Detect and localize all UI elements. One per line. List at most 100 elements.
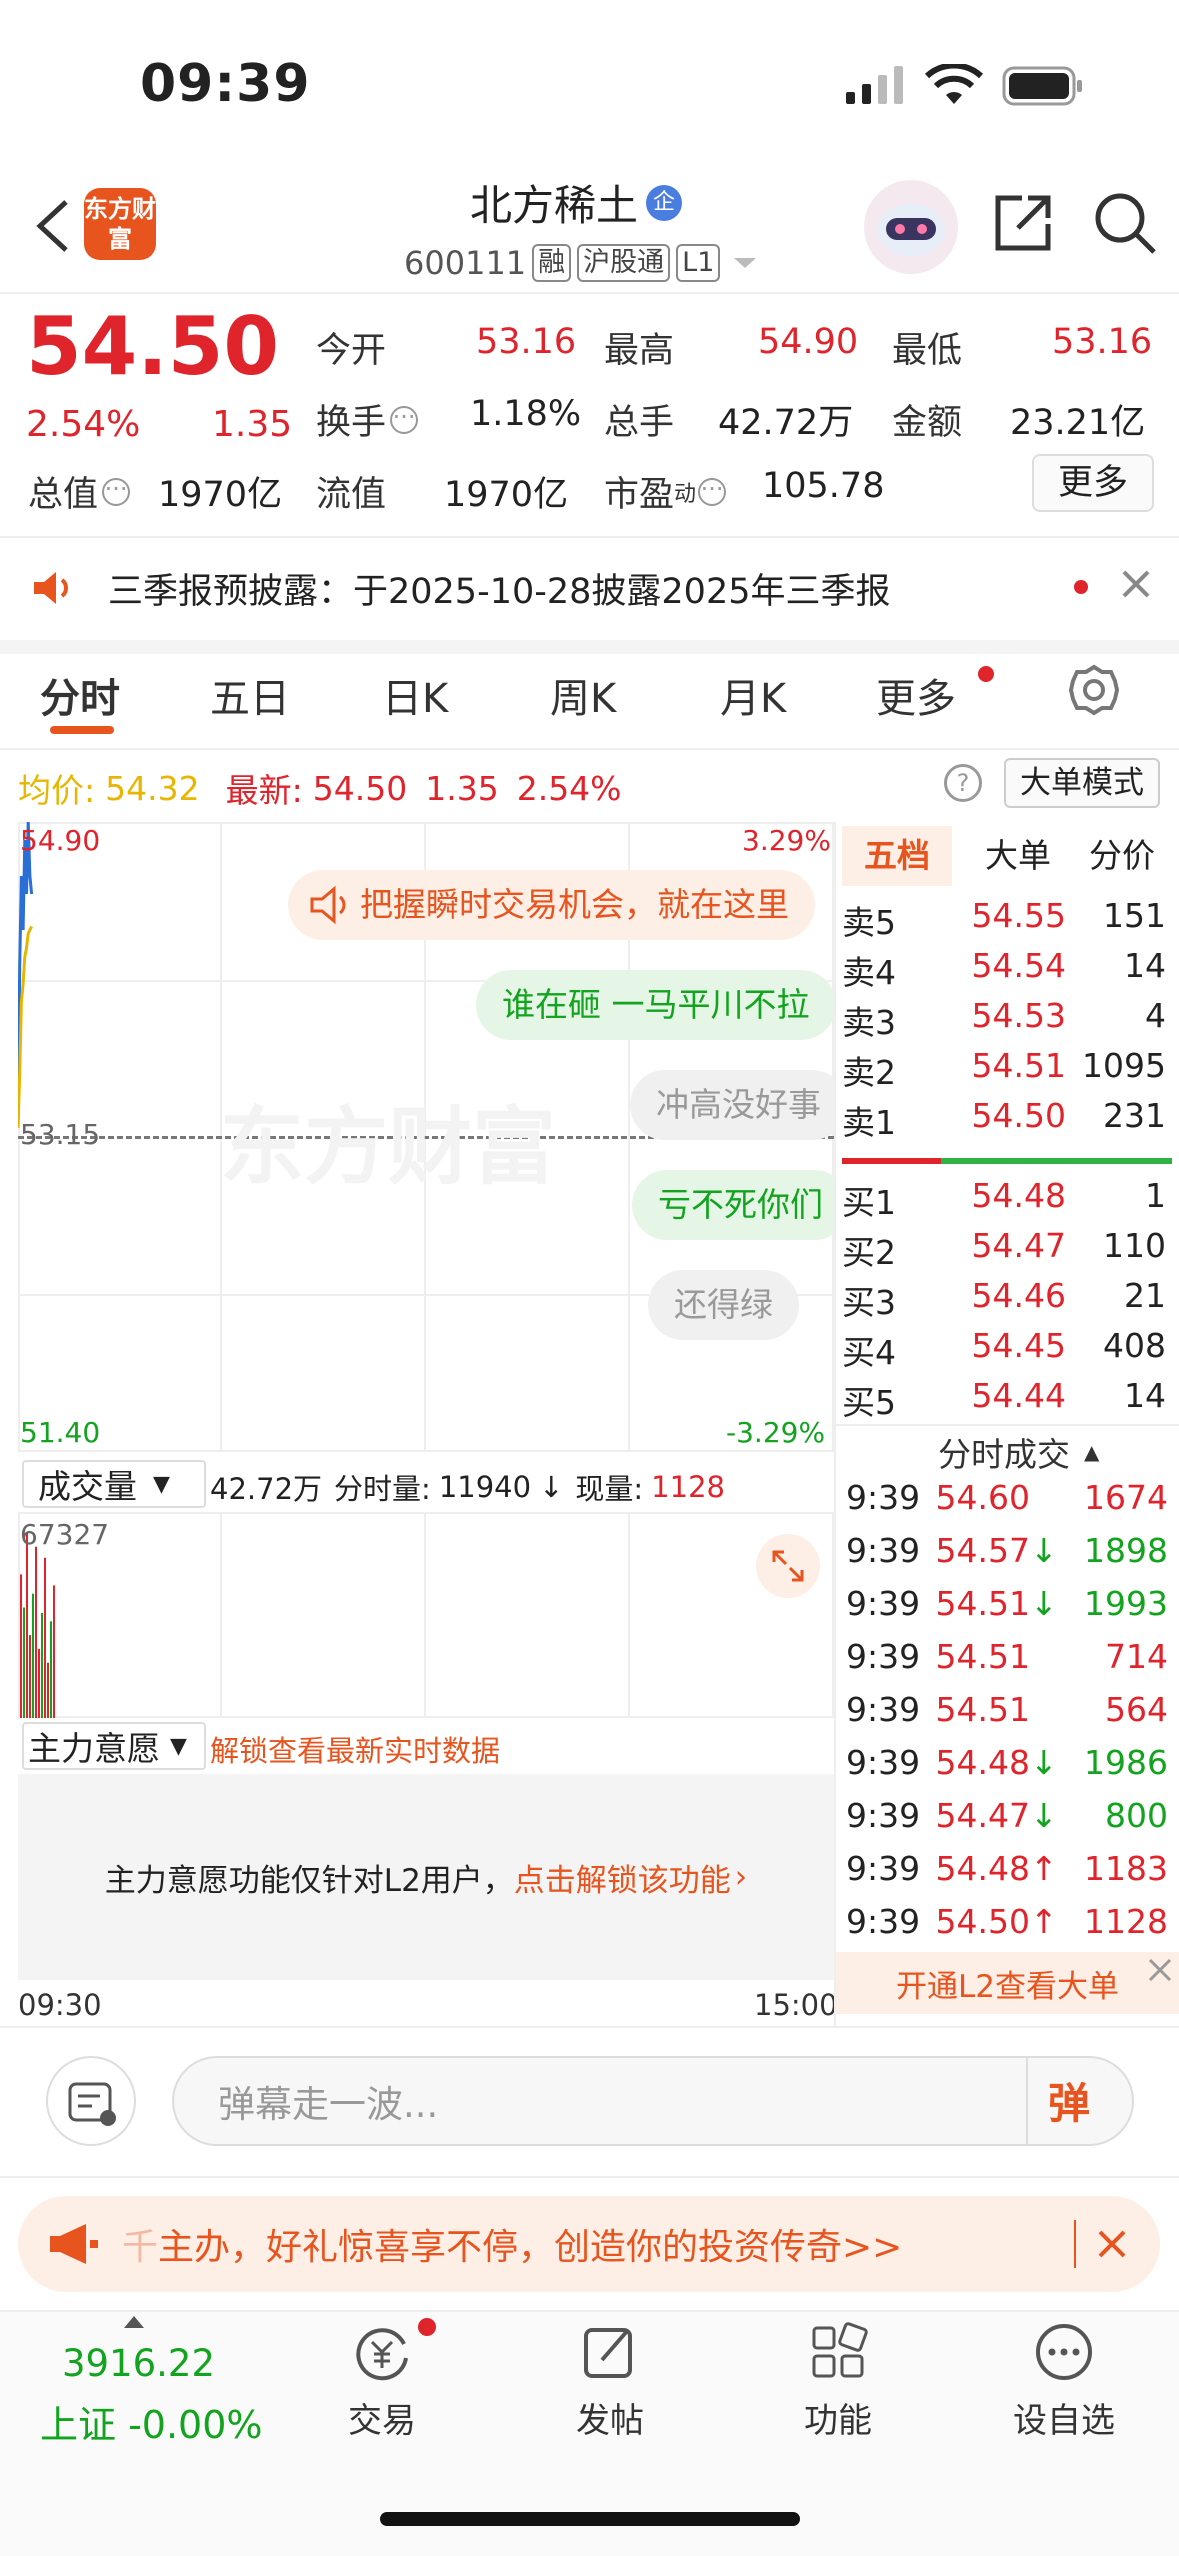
buy-level-row[interactable]: 买3 54.46 21 <box>842 1276 1172 1324</box>
nav-post-label: 发帖 <box>576 2401 644 2441</box>
l2-upgrade-text: 开通L2查看大单 <box>896 1968 1119 2005</box>
settings-button[interactable] <box>1068 664 1120 720</box>
buy-level-price: 54.45 <box>971 1326 1066 1365</box>
trade-time: 9:39 <box>846 1849 921 1888</box>
volume-selector[interactable]: 成交量 ▼ <box>22 1460 206 1508</box>
danmaku-promo[interactable]: 把握瞬时交易机会，就在这里 <box>288 870 815 940</box>
trade-volume: 564 <box>1105 1690 1168 1729</box>
trade-price: 54.48 <box>935 1743 1030 1782</box>
high-value: 54.90 <box>758 322 859 362</box>
turnover-label[interactable]: 换手 ··· <box>316 394 419 445</box>
tab-five-levels[interactable]: 五档 <box>842 826 952 886</box>
trade-price: 54.51 <box>935 1584 1030 1623</box>
index-value[interactable]: 3916.22 <box>62 2342 215 2385</box>
sell-level-row[interactable]: 卖1 54.50 231 <box>842 1096 1172 1144</box>
volume-label: 总手 <box>604 403 675 443</box>
trades-title: 分时成交 <box>938 1435 1070 1474</box>
tab-weekly-k[interactable]: 周K <box>550 666 616 724</box>
promo-banner[interactable]: 千 主办，好礼惊喜享不停，创造你的投资传奇>> <box>18 2196 1160 2292</box>
fullscreen-button[interactable] <box>756 1534 820 1598</box>
caret-down-icon: ▼ <box>170 1733 187 1759</box>
nav-trade[interactable]: 交易 <box>292 2320 472 2442</box>
trade-price: 54.51 <box>935 1637 1030 1676</box>
tab-five-day[interactable]: 五日 <box>210 666 290 724</box>
buy-level-row[interactable]: 买1 54.48 1 <box>842 1176 1172 1224</box>
latest-value: 54.50 <box>312 768 408 808</box>
nav-functions[interactable]: 功能 <box>748 2320 928 2442</box>
status-icons <box>846 64 1084 108</box>
trade-row: 9:39 54.51 ↓ 1993 <box>846 1584 1172 1623</box>
nav-post[interactable]: 发帖 <box>520 2320 700 2442</box>
x-start-time: 09:30 <box>18 1988 102 2022</box>
main-force-unlock-link[interactable]: 解锁查看最新实时数据 <box>210 1728 500 1770</box>
volume-selector-label: 成交量 <box>38 1467 137 1506</box>
search-button[interactable] <box>1092 190 1158 260</box>
index-label-text: 上证 -0.00% <box>40 2403 263 2447</box>
amount-value: 23.21亿 <box>1010 403 1146 443</box>
sell-level-volume: 4 <box>1145 996 1166 1035</box>
l2-banner-close-button[interactable] <box>1146 1956 1174 1988</box>
l2-upgrade-banner[interactable]: 开通L2查看大单 <box>836 1952 1179 2014</box>
danmaku-toggle-button[interactable] <box>46 2056 136 2146</box>
per-minute-value: 11940 <box>438 1470 532 1504</box>
buy-level-row[interactable]: 买2 54.47 110 <box>842 1226 1172 1274</box>
trade-row: 9:39 54.50 ↑ 1128 <box>846 1902 1172 1941</box>
caret-up-icon: ▲ <box>1084 1440 1100 1464</box>
trades-header[interactable]: 分时成交 ▲ <box>938 1428 1099 1476</box>
signal-icon <box>846 66 903 104</box>
main-force-unlock-button[interactable]: 点击解锁该功能 <box>514 1855 731 1900</box>
latest-percent: 2.54% <box>516 768 622 808</box>
tab-monthly-k[interactable]: 月K <box>720 666 786 724</box>
tab-daily-k[interactable]: 日K <box>382 666 448 724</box>
change-percent: 2.54% <box>26 404 141 445</box>
stock-code-row[interactable]: 600111 融 沪股通 L1 <box>404 244 760 282</box>
buy-level-row[interactable]: 买4 54.45 408 <box>842 1326 1172 1374</box>
notice-close-button[interactable] <box>1118 566 1154 606</box>
volume-bar <box>23 1607 25 1718</box>
trade-price: 54.47 <box>935 1796 1030 1835</box>
market-cap-value: 1970亿 <box>158 475 283 515</box>
pe-label[interactable]: 市盈动 ··· <box>604 466 727 517</box>
sell-level-volume: 14 <box>1124 946 1166 985</box>
promo-close-button[interactable] <box>1094 2226 1130 2266</box>
ai-assistant-avatar[interactable] <box>864 180 958 274</box>
notice-bar[interactable]: 三季报预披露：于2025-10-28披露2025年三季报 <box>0 538 1179 638</box>
tab-active-indicator <box>50 726 114 734</box>
index-label[interactable]: 上证 -0.00% <box>40 2394 263 2449</box>
sell-level-row[interactable]: 卖5 54.55 151 <box>842 896 1172 944</box>
volume-total: 42.72万 <box>210 1472 323 1506</box>
sell-level-row[interactable]: 卖4 54.54 14 <box>842 946 1172 994</box>
help-icon[interactable]: ? <box>944 764 982 802</box>
comment-input[interactable]: 弹幕走一波... <box>172 2056 1134 2146</box>
float-cap-label: 流值 <box>316 475 387 515</box>
comment-placeholder: 弹幕走一波... <box>218 2083 439 2126</box>
market-cap-label[interactable]: 总值 ··· <box>28 466 131 517</box>
send-danmaku-button[interactable]: 弹 <box>1048 2070 1090 2131</box>
volume-bar <box>35 1546 37 1718</box>
tab-price-distribution[interactable]: 分价 <box>1070 826 1174 886</box>
nav-add-watchlist[interactable]: 设自选 <box>974 2320 1154 2442</box>
buy-level-label: 买5 <box>842 1383 896 1422</box>
gear-icon <box>1068 664 1120 716</box>
tab-intraday[interactable]: 分时 <box>40 666 120 724</box>
grid-icon <box>812 2322 868 2378</box>
tab-big-orders[interactable]: 大单 <box>968 826 1068 886</box>
trade-volume: 1128 <box>1084 1902 1168 1941</box>
big-order-mode-button[interactable]: 大单模式 <box>1004 758 1160 808</box>
current-volume-label: 现量: <box>575 1472 644 1506</box>
share-button[interactable] <box>992 190 1056 258</box>
volume-bar <box>53 1585 55 1718</box>
speaker-icon <box>34 572 68 604</box>
tab-more[interactable]: 更多 <box>876 666 956 724</box>
trade-time: 9:39 <box>846 1584 921 1623</box>
buy-level-row[interactable]: 买5 54.44 14 <box>842 1376 1172 1424</box>
sell-level-row[interactable]: 卖3 54.53 4 <box>842 996 1172 1044</box>
more-button[interactable]: 更多 <box>1032 454 1154 512</box>
trade-row: 9:39 54.51 564 <box>846 1690 1172 1729</box>
speaker-icon <box>310 885 346 925</box>
volume-value: 42.72万 <box>718 403 854 443</box>
stock-title[interactable]: 北方稀土 企 <box>470 172 683 233</box>
main-force-selector[interactable]: 主力意愿 ▼ <box>22 1722 206 1770</box>
sell-level-row[interactable]: 卖2 54.51 1095 <box>842 1046 1172 1094</box>
back-button[interactable] <box>28 196 80 256</box>
